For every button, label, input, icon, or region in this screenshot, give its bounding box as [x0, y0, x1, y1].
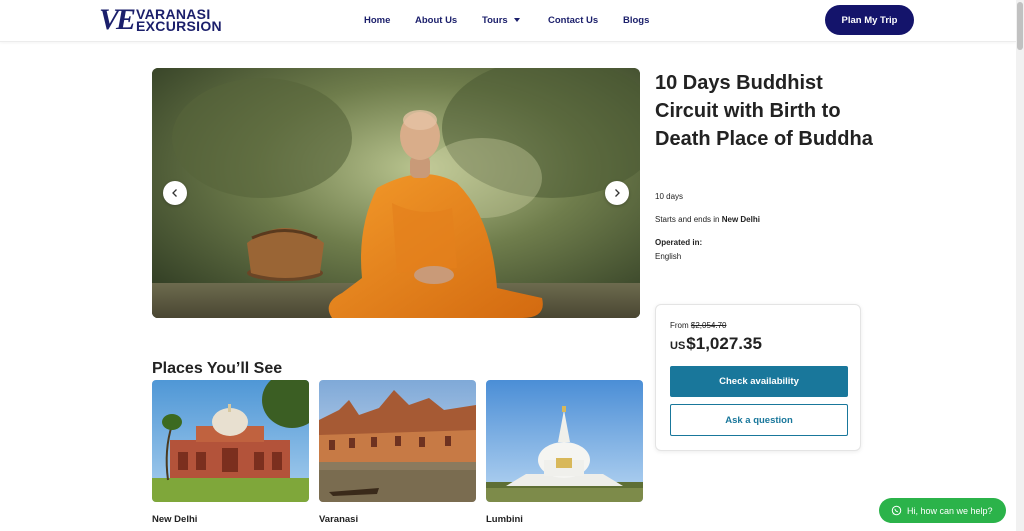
original-price: $2,054.70 [690, 321, 727, 330]
monk-meditating-photo [152, 68, 640, 318]
scrollbar-thumb[interactable] [1017, 2, 1023, 50]
start-end-prefix: Starts and ends in [655, 215, 722, 224]
price-value: $1,027.35 [686, 334, 762, 353]
tour-hero-image [152, 68, 640, 318]
from-label: From [670, 321, 691, 330]
place-image-varanasi[interactable] [319, 380, 476, 502]
site-header: VE VARANASI EXCURSION Home About Us Tour… [0, 0, 1016, 42]
nav-tours-label: Tours [482, 15, 508, 26]
chevron-left-icon [172, 189, 177, 197]
whatsapp-icon [891, 505, 902, 516]
tour-start-end: Starts and ends in New Delhi [655, 215, 760, 224]
operated-in-label: Operated in: [655, 238, 703, 247]
nav-blogs[interactable]: Blogs [623, 15, 649, 26]
check-availability-button[interactable]: Check availability [670, 366, 848, 397]
price-card: From $2,054.70 US$1,027.35 Check availab… [655, 304, 861, 451]
places-section-title: Places You’ll See [152, 360, 283, 377]
tour-title: 10 Days Buddhist Circuit with Birth to D… [655, 72, 873, 150]
nav-home[interactable]: Home [364, 15, 390, 26]
chevron-right-icon [615, 189, 620, 197]
humayun-tomb-photo [152, 380, 309, 502]
tour-duration: 10 days [655, 192, 684, 201]
operated-in-value: English [655, 252, 682, 261]
caret-down-icon [513, 18, 520, 23]
plan-my-trip-button[interactable]: Plan My Trip [825, 5, 914, 35]
current-price: US$1,027.35 [670, 334, 762, 354]
nav-about-us[interactable]: About Us [415, 15, 457, 26]
site-logo[interactable]: VE VARANASI EXCURSION [99, 5, 222, 35]
place-name-new-delhi[interactable]: New Delhi [152, 514, 197, 525]
place-image-new-delhi[interactable] [152, 380, 309, 502]
whatsapp-chat-button[interactable]: Hi, how can we help? [879, 498, 1006, 523]
nav-contact-us[interactable]: Contact Us [548, 15, 598, 26]
logo-mark: VE [99, 3, 136, 36]
logo-text: VARANASI EXCURSION [136, 7, 222, 34]
currency-label: US [670, 340, 686, 352]
page-scrollbar[interactable] [1016, 0, 1024, 531]
carousel-next-button[interactable] [605, 181, 629, 205]
place-name-varanasi[interactable]: Varanasi [319, 514, 358, 525]
whatsapp-label: Hi, how can we help? [907, 505, 993, 516]
from-price: From $2,054.70 [670, 321, 726, 330]
place-image-lumbini[interactable] [486, 380, 643, 502]
carousel-prev-button[interactable] [163, 181, 187, 205]
lumbini-peace-pagoda-photo [486, 380, 643, 502]
ask-question-button[interactable]: Ask a question [670, 404, 848, 436]
logo-line-2: EXCURSION [136, 18, 222, 34]
varanasi-ghats-photo [319, 380, 476, 502]
nav-tours[interactable]: Tours [482, 15, 520, 26]
place-name-lumbini[interactable]: Lumbini [486, 514, 523, 525]
start-end-city: New Delhi [721, 215, 760, 224]
